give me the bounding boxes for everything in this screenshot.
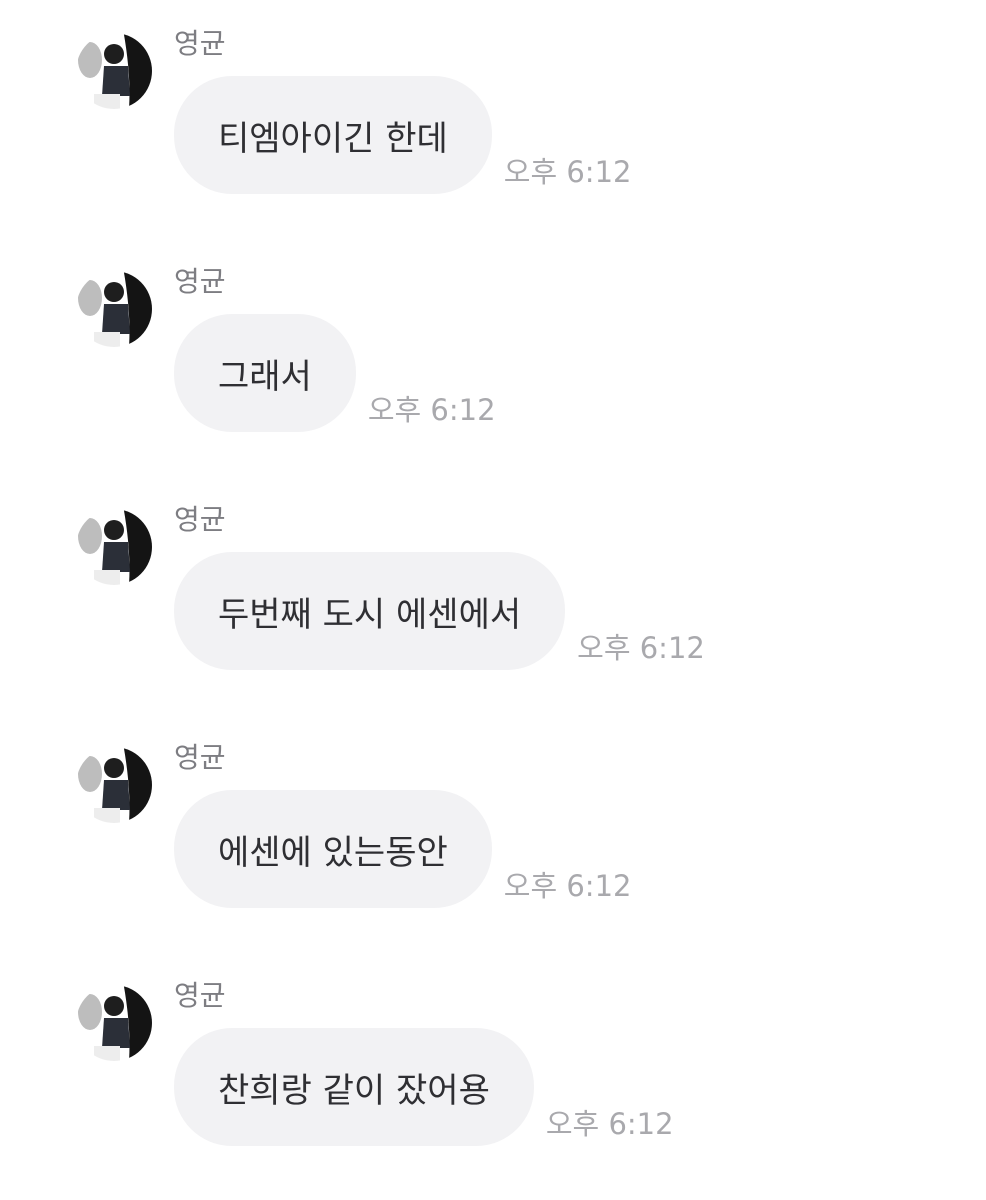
sender-name: 영균 [174,979,226,1012]
message-bubble[interactable]: 그래서 [174,314,356,432]
message-time: 오후 6:12 [545,1107,674,1141]
message-row: 에센에 있는동안 오후 6:12 [174,790,631,908]
message-row: 찬희랑 같이 잤어용 오후 6:12 [174,1028,674,1146]
message-bubble[interactable]: 두번째 도시 에센에서 [174,552,566,670]
message-row: 두번째 도시 에센에서 오후 6:12 [174,552,705,670]
message-time: 오후 6:12 [503,155,632,189]
chat-message: 영균 찬희랑 같이 잤어용 오후 6:12 [0,952,986,1152]
chat-message: 영균 두번째 도시 에센에서 오후 6:12 [0,476,986,676]
message-bubble[interactable]: 티엠아이긴 한데 [174,76,492,194]
avatar[interactable] [74,738,154,844]
avatar[interactable] [74,976,154,1082]
sender-name: 영균 [174,27,226,60]
chat-message-list[interactable]: 영균 티엠아이긴 한데 오후 6:12 영균 그래서 오후 6:12 영균 두번… [0,0,986,1200]
avatar[interactable] [74,24,154,130]
sender-name: 영균 [174,265,226,298]
sender-name: 영균 [174,503,226,536]
avatar[interactable] [74,500,154,606]
message-row: 티엠아이긴 한데 오후 6:12 [174,76,631,194]
avatar[interactable] [74,262,154,368]
message-bubble[interactable]: 찬희랑 같이 잤어용 [174,1028,534,1146]
chat-message: 영균 에센에 있는동안 오후 6:12 [0,714,986,914]
message-time: 오후 6:12 [503,869,632,903]
chat-message: 영균 티엠아이긴 한데 오후 6:12 [0,0,986,200]
message-bubble[interactable]: 에센에 있는동안 [174,790,492,908]
message-row: 그래서 오후 6:12 [174,314,496,432]
chat-message: 영균 그래서 오후 6:12 [0,238,986,438]
sender-name: 영균 [174,741,226,774]
message-time: 오후 6:12 [577,631,705,665]
message-time: 오후 6:12 [367,393,496,427]
